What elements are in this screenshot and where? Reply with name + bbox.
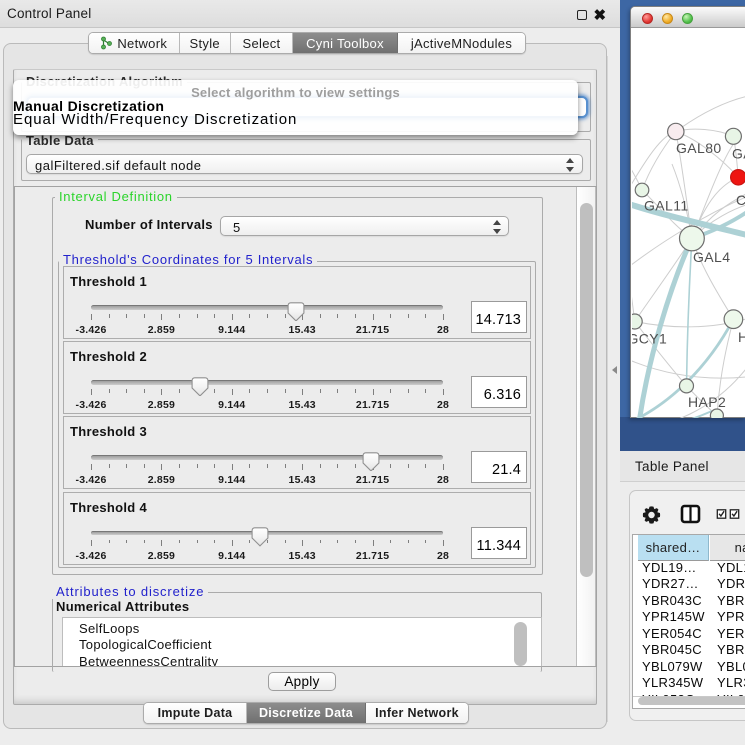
svg-text:GA: GA — [732, 146, 745, 162]
svg-text:H: H — [738, 329, 745, 345]
svg-text:C: C — [736, 192, 745, 208]
svg-text:GAL11: GAL11 — [644, 198, 689, 214]
svg-text:HAP2: HAP2 — [688, 394, 726, 410]
svg-text:GCY1: GCY1 — [632, 331, 667, 347]
svg-text:GAL80: GAL80 — [676, 140, 722, 156]
svg-text:GAL4: GAL4 — [693, 249, 730, 265]
